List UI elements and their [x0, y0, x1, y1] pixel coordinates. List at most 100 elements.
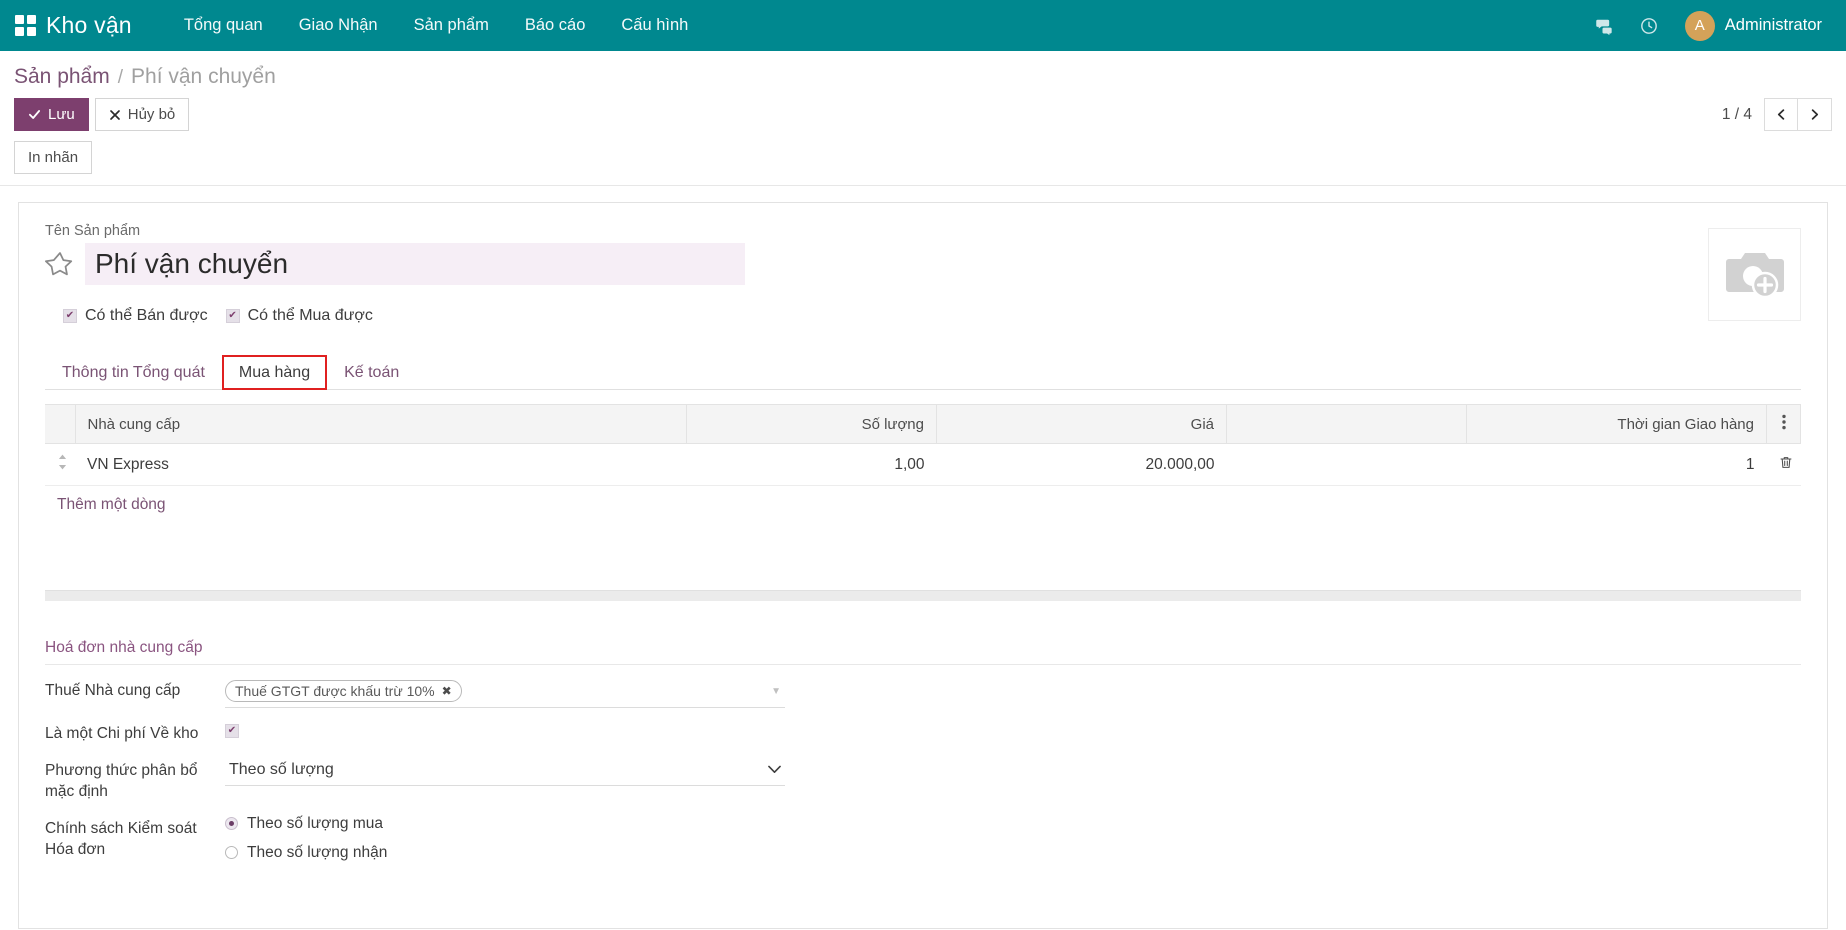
row-delete-button[interactable]: [1767, 444, 1801, 486]
pager: 1 / 4: [1722, 98, 1832, 131]
row-drag-handle[interactable]: [45, 444, 75, 486]
navbar-right: A Administrator: [1583, 8, 1828, 44]
discard-button-label: Hủy bỏ: [128, 106, 176, 123]
discard-button[interactable]: Hủy bỏ: [95, 98, 190, 131]
column-delivery-lead-time[interactable]: Thời gian Giao hàng: [1467, 405, 1767, 444]
table-header-row: Nhà cung cấp Số lượng Giá Thời gian Giao…: [45, 405, 1801, 444]
camera-add-icon: [1723, 247, 1787, 303]
split-method-select[interactable]: Theo số lượng: [225, 757, 785, 786]
menu-item-configuration[interactable]: Cấu hình: [603, 1, 706, 50]
avatar: A: [1685, 11, 1715, 41]
field-row-landed-cost: Là một Chi phí Về kho: [45, 720, 965, 745]
chat-bubble-icon: [1595, 16, 1615, 36]
can-be-sold-label: Có thể Bán được: [85, 307, 208, 325]
chevron-left-icon: [1775, 108, 1788, 121]
cell-spacer: [1227, 444, 1467, 486]
apps-menu-button[interactable]: [10, 11, 40, 41]
main-menu: Tổng quan Giao Nhận Sản phẩm Báo cáo Cấu…: [166, 1, 707, 50]
product-image-placeholder[interactable]: [1708, 228, 1801, 321]
menu-item-reports[interactable]: Báo cáo: [507, 1, 604, 50]
cell-delivery-lead-time[interactable]: 1: [1467, 444, 1767, 486]
can-be-purchased-checkbox[interactable]: [226, 309, 240, 323]
landed-cost-checkbox[interactable]: [225, 724, 239, 738]
pager-count: 1 / 4: [1722, 106, 1752, 124]
table-horizontal-scrollbar[interactable]: [45, 590, 1801, 601]
pager-previous-button[interactable]: [1764, 98, 1798, 131]
column-quantity[interactable]: Số lượng: [687, 405, 937, 444]
radio-received-quantities[interactable]: [225, 846, 238, 859]
cell-price[interactable]: 20.000,00: [937, 444, 1227, 486]
print-label-button[interactable]: In nhãn: [14, 141, 92, 174]
supplier-bill-fields: Thuế Nhà cung cấp Thuế GTGT được khấu tr…: [45, 677, 965, 873]
tab-purchase[interactable]: Mua hàng: [222, 355, 327, 390]
cell-supplier[interactable]: VN Express: [75, 444, 687, 486]
chevron-down-icon[interactable]: ▼: [771, 686, 781, 697]
pager-next-button[interactable]: [1798, 98, 1832, 131]
can-be-purchased-label: Có thể Mua được: [248, 307, 373, 325]
tab-general-information[interactable]: Thông tin Tổng quát: [45, 355, 222, 390]
clock-icon: [1639, 16, 1659, 36]
breadcrumb-current: Phí vận chuyển: [131, 65, 276, 89]
control-policy-label: Chính sách Kiểm soát Hóa đơn: [45, 815, 225, 861]
save-button-label: Lưu: [48, 106, 75, 123]
activity-button[interactable]: [1627, 8, 1671, 44]
control-policy-option-ordered[interactable]: Theo số lượng mua: [225, 815, 965, 833]
field-row-control-policy: Chính sách Kiểm soát Hóa đơn Theo số lượ…: [45, 815, 965, 873]
control-policy-option-received[interactable]: Theo số lượng nhận: [225, 844, 965, 862]
can-be-purchased-checkbox-item[interactable]: Có thể Mua được: [226, 307, 373, 325]
breadcrumb-separator: /: [118, 67, 123, 89]
drag-handle-icon: [57, 454, 68, 470]
column-price[interactable]: Giá: [937, 405, 1227, 444]
product-flags: Có thể Bán được Có thể Mua được: [63, 307, 1801, 325]
grid-icon: [15, 15, 36, 36]
radio-ordered-quantities[interactable]: [225, 817, 238, 830]
menu-item-products[interactable]: Sản phẩm: [396, 1, 507, 50]
chevron-down-icon: [768, 765, 781, 774]
save-button[interactable]: Lưu: [14, 98, 89, 131]
cell-quantity[interactable]: 1,00: [687, 444, 937, 486]
form-sheet: Tên Sản phẩm Có thể Bán được Có thể Mua …: [18, 202, 1828, 929]
product-name-input[interactable]: [85, 243, 745, 285]
column-spacer: [1227, 405, 1467, 444]
user-menu[interactable]: A Administrator: [1671, 11, 1828, 41]
messages-button[interactable]: [1583, 8, 1627, 44]
tax-tag[interactable]: Thuế GTGT được khấu trừ 10% ✖: [225, 680, 462, 702]
column-options-button[interactable]: [1767, 405, 1801, 444]
field-row-supplier-taxes: Thuế Nhà cung cấp Thuế GTGT được khấu tr…: [45, 677, 965, 708]
chevron-right-icon: [1808, 108, 1821, 121]
form-notebook-tabs: Thông tin Tổng quát Mua hàng Kế toán: [45, 355, 1801, 390]
split-method-label: Phương thức phân bổ mặc định: [45, 757, 225, 803]
supplier-taxes-input[interactable]: Thuế GTGT được khấu trừ 10% ✖ ▼: [225, 677, 785, 708]
breadcrumb: Sản phẩm / Phí vận chuyển: [14, 65, 276, 89]
supplier-bill-group-title: Hoá đơn nhà cung cấp: [45, 639, 1801, 665]
tax-tag-label: Thuế GTGT được khấu trừ 10%: [235, 683, 435, 699]
menu-item-overview[interactable]: Tổng quan: [166, 1, 281, 50]
can-be-sold-checkbox[interactable]: [63, 309, 77, 323]
user-name-label: Administrator: [1725, 16, 1822, 35]
check-icon: [28, 108, 41, 121]
tax-tag-remove-button[interactable]: ✖: [442, 684, 452, 698]
form-sheet-wrapper: Tên Sản phẩm Có thể Bán được Có thể Mua …: [0, 186, 1846, 929]
radio-ordered-label: Theo số lượng mua: [247, 815, 383, 833]
landed-cost-label: Là một Chi phí Về kho: [45, 720, 225, 745]
star-outline-icon[interactable]: [45, 249, 75, 279]
menu-item-delivery[interactable]: Giao Nhận: [281, 1, 396, 50]
table-row[interactable]: VN Express 1,00 20.000,00 1: [45, 444, 1801, 486]
product-name-label: Tên Sản phẩm: [45, 223, 1801, 239]
field-row-split-method: Phương thức phân bổ mặc định Theo số lượ…: [45, 757, 965, 803]
column-handle: [45, 405, 75, 444]
column-supplier[interactable]: Nhà cung cấp: [75, 405, 687, 444]
radio-received-label: Theo số lượng nhận: [247, 844, 387, 862]
can-be-sold-checkbox-item[interactable]: Có thể Bán được: [63, 307, 208, 325]
trash-icon: [1779, 455, 1793, 470]
vertical-dots-icon: [1782, 414, 1786, 430]
control-panel: Sản phẩm / Phí vận chuyển Lưu Hủy bỏ 1 /…: [0, 51, 1846, 186]
add-a-line-button[interactable]: Thêm một dòng: [45, 486, 178, 524]
split-method-value: Theo số lượng: [229, 761, 334, 779]
app-brand-title: Kho vận: [46, 12, 132, 39]
tab-accounting[interactable]: Kế toán: [327, 355, 416, 390]
supplier-taxes-label: Thuế Nhà cung cấp: [45, 677, 225, 702]
close-x-icon: [109, 109, 121, 121]
top-navbar: Kho vận Tổng quan Giao Nhận Sản phẩm Báo…: [0, 0, 1846, 51]
breadcrumb-parent-link[interactable]: Sản phẩm: [14, 65, 110, 89]
